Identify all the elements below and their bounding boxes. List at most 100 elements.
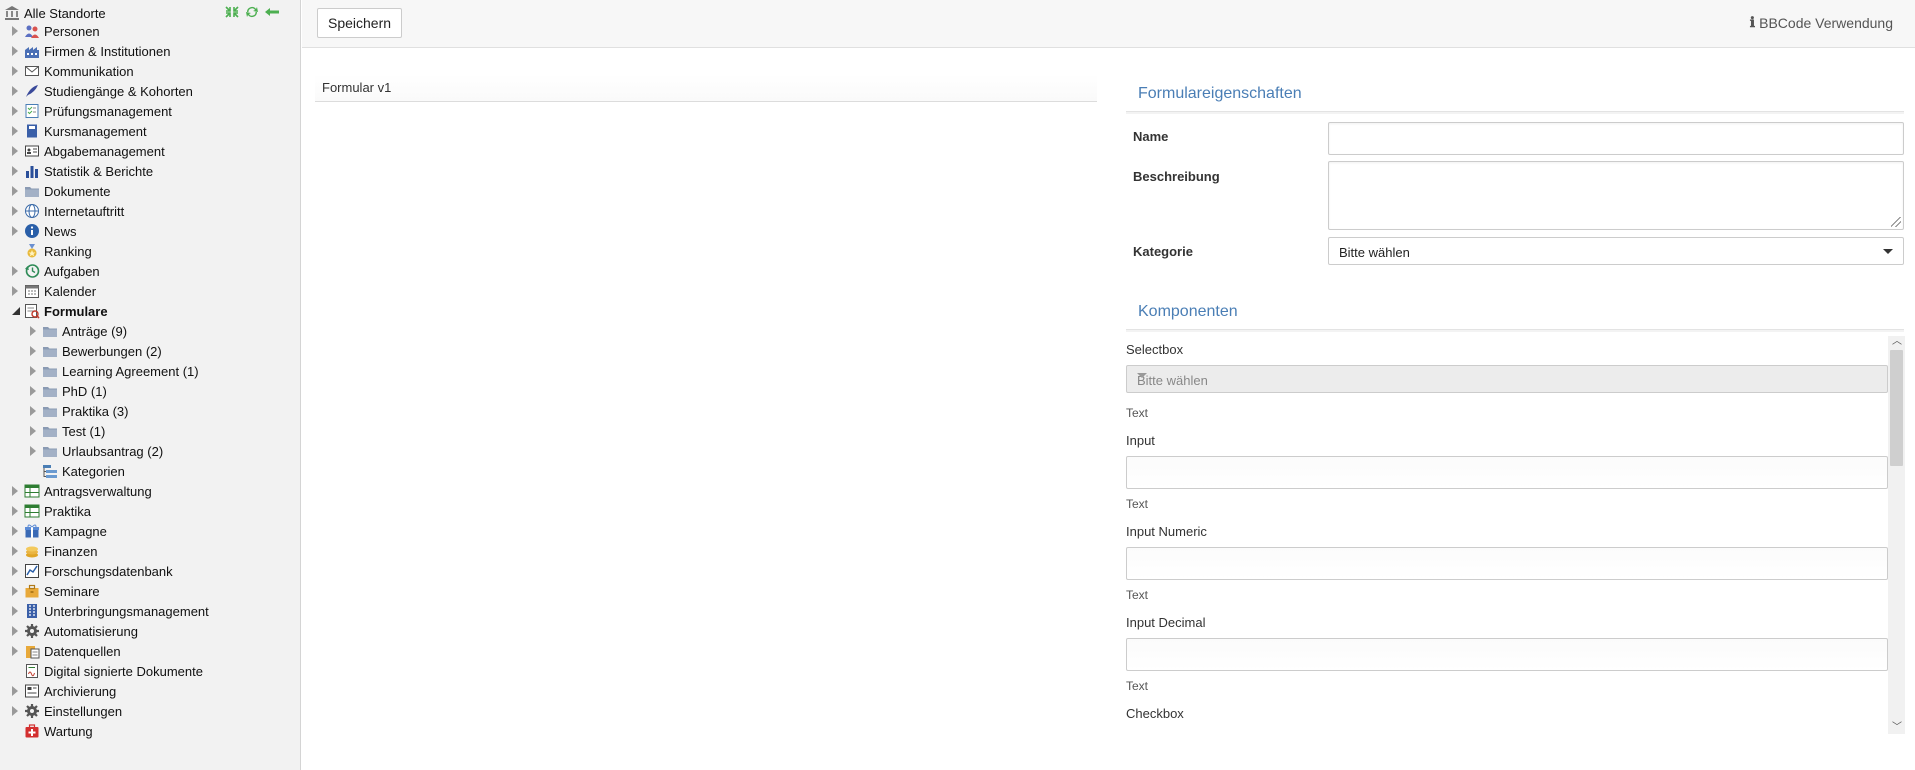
sidebar-item[interactable]: Learning Agreement (1) — [0, 361, 300, 381]
collapsed-arrow-icon[interactable] — [12, 626, 18, 636]
folder-icon — [42, 403, 58, 419]
sidebar-item[interactable]: Firmen & Institutionen — [0, 41, 300, 61]
collapsed-arrow-icon[interactable] — [12, 686, 18, 696]
expanded-arrow-icon[interactable] — [12, 307, 20, 315]
sidebar-item-label: Kampagne — [44, 523, 107, 539]
sidebar-item[interactable]: Kategorien — [0, 461, 300, 481]
collapsed-arrow-icon[interactable] — [12, 586, 18, 596]
collapsed-arrow-icon[interactable] — [12, 166, 18, 176]
collapsed-arrow-icon[interactable] — [30, 386, 36, 396]
sidebar-item[interactable]: Ranking — [0, 241, 300, 261]
sidebar-item[interactable]: News — [0, 221, 300, 241]
collapsed-arrow-icon[interactable] — [12, 546, 18, 556]
scrollbar-thumb[interactable] — [1890, 350, 1903, 466]
collapsed-arrow-icon[interactable] — [12, 206, 18, 216]
sidebar-item[interactable]: Urlaubsantrag (2) — [0, 441, 300, 461]
sidebar-item[interactable]: Unterbringungsmanagement — [0, 601, 300, 621]
sidebar-item[interactable]: Kommunikation — [0, 61, 300, 81]
scroll-up-icon[interactable]: ︿ — [1892, 337, 1902, 347]
sidebar-item[interactable]: PhD (1) — [0, 381, 300, 401]
sidebar-item[interactable]: Einstellungen — [0, 701, 300, 721]
category-select-value: Bitte wählen — [1339, 245, 1410, 260]
category-select[interactable]: Bitte wählen — [1328, 237, 1904, 265]
sidebar-item-label: Seminare — [44, 583, 100, 599]
sidebar-item[interactable]: Internetauftritt — [0, 201, 300, 221]
tree-root-label: Alle Standorte — [24, 5, 106, 21]
collapsed-arrow-icon[interactable] — [12, 46, 18, 56]
sidebar-item[interactable]: Seminare — [0, 581, 300, 601]
collapsed-arrow-icon[interactable] — [12, 86, 18, 96]
sidebar-item[interactable]: Antragsverwaltung — [0, 481, 300, 501]
sidebar-item[interactable]: Personen — [0, 21, 300, 41]
sidebar-item[interactable]: Praktika (3) — [0, 401, 300, 421]
collapsed-arrow-icon[interactable] — [30, 346, 36, 356]
components-scrollbar[interactable]: ︿ ﹀ — [1888, 336, 1905, 734]
sidebar-item[interactable]: Finanzen — [0, 541, 300, 561]
sidebar-item-label: Abgabemanagement — [44, 143, 165, 159]
description-field[interactable] — [1328, 161, 1904, 230]
sidebar-item[interactable]: Formulare — [0, 301, 300, 321]
bbcode-help-link[interactable]: ℹ BBCode Verwendung — [1750, 15, 1893, 31]
collapsed-arrow-icon[interactable] — [12, 186, 18, 196]
collapsed-arrow-icon[interactable] — [12, 66, 18, 76]
input-numeric-component[interactable] — [1126, 547, 1888, 580]
selectbox-component[interactable]: Bitte wählen — [1126, 365, 1888, 393]
collapsed-arrow-icon[interactable] — [12, 646, 18, 656]
folder-icon — [42, 343, 58, 359]
collapsed-arrow-icon[interactable] — [12, 706, 18, 716]
category-label: Kategorie — [1133, 244, 1193, 259]
sidebar-item[interactable]: Anträge (9) — [0, 321, 300, 341]
collapsed-arrow-icon[interactable] — [30, 406, 36, 416]
collapsed-arrow-icon[interactable] — [12, 506, 18, 516]
sidebar-item[interactable]: Kursmanagement — [0, 121, 300, 141]
save-button[interactable]: Speichern — [317, 8, 403, 38]
collapsed-arrow-icon[interactable] — [12, 126, 18, 136]
factory-icon — [24, 43, 40, 59]
collapsed-arrow-icon[interactable] — [12, 226, 18, 236]
collapsed-arrow-icon[interactable] — [12, 146, 18, 156]
scroll-down-icon[interactable]: ﹀ — [1892, 723, 1902, 733]
collapsed-arrow-icon[interactable] — [12, 526, 18, 536]
sidebar-item[interactable]: Wartung — [0, 721, 300, 741]
collapsed-arrow-icon[interactable] — [12, 106, 18, 116]
info-icon — [24, 223, 40, 239]
sidebar-item[interactable]: Aufgaben — [0, 261, 300, 281]
sidebar-item[interactable]: Digital signierte Dokumente — [0, 661, 300, 681]
sidebar-item[interactable]: Studiengänge & Kohorten — [0, 81, 300, 101]
tree-root[interactable]: Alle Standorte — [4, 5, 106, 21]
name-field[interactable] — [1328, 122, 1904, 155]
collapsed-arrow-icon[interactable] — [30, 326, 36, 336]
collapsed-arrow-icon[interactable] — [12, 606, 18, 616]
input-component[interactable] — [1126, 456, 1888, 489]
sidebar-item[interactable]: Statistik & Berichte — [0, 161, 300, 181]
sidebar-item[interactable]: Abgabemanagement — [0, 141, 300, 161]
sidebar-item[interactable]: Test (1) — [0, 421, 300, 441]
sidebar-item[interactable]: Prüfungsmanagement — [0, 101, 300, 121]
sidebar-item-label: Bewerbungen (2) — [62, 343, 162, 359]
collapsed-arrow-icon[interactable] — [30, 446, 36, 456]
sidebar-item[interactable]: Kampagne — [0, 521, 300, 541]
collapsed-arrow-icon[interactable] — [12, 566, 18, 576]
sidebar-item[interactable]: Kalender — [0, 281, 300, 301]
sidebar-item[interactable]: Dokumente — [0, 181, 300, 201]
collapsed-arrow-icon[interactable] — [12, 486, 18, 496]
collapse-all-icon[interactable] — [224, 5, 240, 19]
refresh-icon[interactable] — [244, 5, 260, 19]
collapsed-arrow-icon[interactable] — [30, 426, 36, 436]
collapsed-arrow-icon[interactable] — [30, 366, 36, 376]
input-decimal-label: Input Decimal — [1126, 615, 1206, 630]
sidebar-item[interactable]: Automatisierung — [0, 621, 300, 641]
input-decimal-component[interactable] — [1126, 638, 1888, 671]
sidebar-item[interactable]: Archivierung — [0, 681, 300, 701]
sidebar-item[interactable]: Datenquellen — [0, 641, 300, 661]
sidebar-item[interactable]: Forschungsdatenbank — [0, 561, 300, 581]
resize-handle-icon[interactable] — [1891, 217, 1901, 227]
collapse-sidebar-icon[interactable] — [264, 5, 280, 19]
collapsed-arrow-icon[interactable] — [12, 266, 18, 276]
input-label: Input — [1126, 433, 1155, 448]
sidebar-item[interactable]: Praktika — [0, 501, 300, 521]
sidebar-item-label: Internetauftritt — [44, 203, 125, 219]
collapsed-arrow-icon[interactable] — [12, 26, 18, 36]
collapsed-arrow-icon[interactable] — [12, 286, 18, 296]
sidebar-item[interactable]: Bewerbungen (2) — [0, 341, 300, 361]
